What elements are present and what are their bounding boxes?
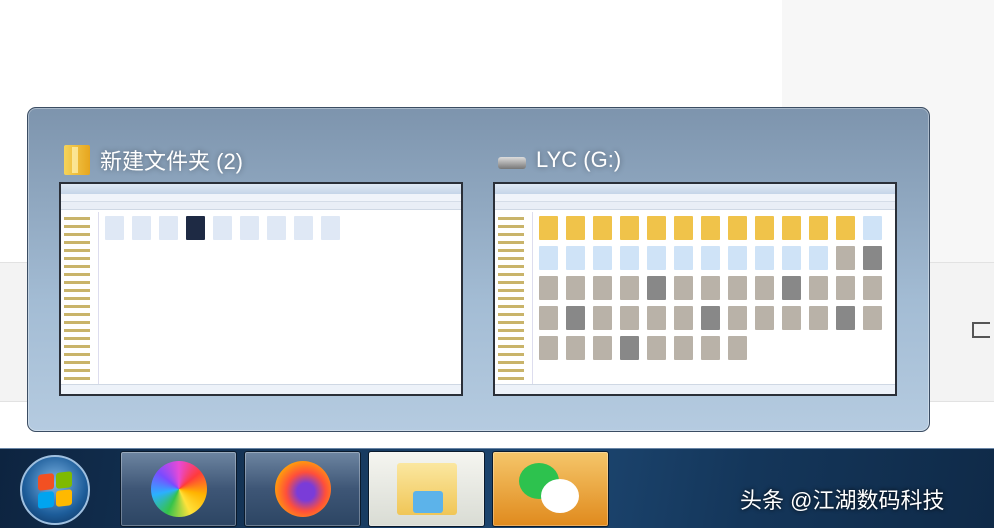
taskbar-button-wechat[interactable]: [492, 451, 609, 527]
file-thumbnail-icon: [593, 246, 612, 270]
file-thumbnail-icon: [809, 306, 828, 330]
file-grid: [539, 216, 889, 380]
wechat-icon: [518, 461, 583, 517]
file-thumbnail-icon: [566, 336, 585, 360]
preview-title-2[interactable]: LYC (G:): [498, 145, 621, 175]
file-thumbnail-icon: [836, 306, 855, 330]
file-thumbnail-icon: [674, 306, 693, 330]
preview-title-1[interactable]: 新建文件夹 (2): [64, 145, 243, 175]
preview-title-text: LYC (G:): [536, 147, 622, 172]
file-thumbnail-icon: [809, 276, 828, 300]
file-thumbnail-icon: [674, 216, 693, 240]
explorer-folder-icon: [396, 463, 457, 515]
file-thumbnail-icon: [159, 216, 178, 240]
file-thumbnail-icon: [593, 306, 612, 330]
file-thumbnail-icon: [755, 306, 774, 330]
file-thumbnail-icon: [593, 336, 612, 360]
file-thumbnail-icon: [701, 246, 720, 270]
taskbar-button-firefox[interactable]: [244, 451, 361, 527]
file-thumbnail-icon: [863, 306, 882, 330]
file-thumbnail-icon: [539, 246, 558, 270]
file-thumbnail-icon: [566, 276, 585, 300]
file-thumbnail-icon: [647, 306, 666, 330]
file-thumbnail-icon: [647, 216, 666, 240]
taskbar-button-colorful-browser[interactable]: [120, 451, 237, 527]
taskbar-button-windows-explorer[interactable]: [368, 451, 485, 527]
file-thumbnail-icon: [539, 216, 558, 240]
file-thumbnail-icon: [755, 246, 774, 270]
file-thumbnail-icon: [782, 276, 801, 300]
file-thumbnail-icon: [213, 216, 232, 240]
file-thumbnail-icon: [782, 306, 801, 330]
watermark: 头条 @江湖数码科技: [740, 488, 945, 513]
file-thumbnail-icon: [728, 216, 747, 240]
file-thumbnail-icon: [105, 216, 124, 240]
file-thumbnail-icon: [728, 306, 747, 330]
file-thumbnail-icon: [267, 216, 286, 240]
drive-icon: [498, 157, 526, 169]
file-thumbnail-icon: [566, 246, 585, 270]
file-thumbnail-icon: [836, 246, 855, 270]
file-thumbnail-icon: [701, 216, 720, 240]
file-thumbnail-icon: [132, 216, 151, 240]
file-thumbnail-icon: [701, 276, 720, 300]
file-thumbnail-icon: [674, 246, 693, 270]
file-thumbnail-icon: [620, 276, 639, 300]
file-thumbnail-icon: [566, 216, 585, 240]
folder-icon: [64, 145, 90, 175]
file-thumbnail-icon: [836, 276, 855, 300]
start-button[interactable]: [20, 455, 90, 525]
firefox-icon: [274, 461, 331, 517]
file-thumbnail-icon: [620, 246, 639, 270]
window-thumbnail-2[interactable]: [493, 182, 897, 396]
file-thumbnail-icon: [674, 276, 693, 300]
file-thumbnail-icon: [809, 216, 828, 240]
file-thumbnail-icon: [809, 246, 828, 270]
file-thumbnail-icon: [294, 216, 313, 240]
file-thumbnail-icon: [539, 336, 558, 360]
file-thumbnail-icon: [647, 246, 666, 270]
file-thumbnail-icon: [647, 276, 666, 300]
file-thumbnail-icon: [701, 336, 720, 360]
file-thumbnail-icon: [620, 306, 639, 330]
file-thumbnail-icon: [863, 276, 882, 300]
file-thumbnail-icon: [701, 306, 720, 330]
file-thumbnail-icon: [321, 216, 340, 240]
file-thumbnail-icon: [755, 276, 774, 300]
file-thumbnail-icon: [728, 276, 747, 300]
file-thumbnail-icon: [647, 336, 666, 360]
file-thumbnail-icon: [539, 276, 558, 300]
file-thumbnail-icon: [728, 246, 747, 270]
file-thumbnail-icon: [782, 246, 801, 270]
file-thumbnail-icon: [566, 306, 585, 330]
file-thumbnail-icon: [836, 216, 855, 240]
pinwheel-browser-icon: [150, 461, 207, 517]
file-thumbnail-icon: [593, 216, 612, 240]
window-thumbnail-1[interactable]: [59, 182, 463, 396]
file-thumbnail-icon: [620, 336, 639, 360]
file-thumbnail-icon: [240, 216, 259, 240]
windows-orb-icon: [38, 471, 72, 509]
file-thumbnail-icon: [674, 336, 693, 360]
file-thumbnail-icon: [863, 246, 882, 270]
file-thumbnail-icon: [186, 216, 205, 240]
file-thumbnail-icon: [728, 336, 747, 360]
file-thumbnail-icon: [593, 276, 612, 300]
file-thumbnail-icon: [620, 216, 639, 240]
file-thumbnail-icon: [782, 216, 801, 240]
preview-title-text: 新建文件夹 (2): [100, 149, 244, 174]
file-grid: [105, 216, 455, 380]
file-thumbnail-icon: [539, 306, 558, 330]
window-icon: [972, 322, 990, 338]
file-thumbnail-icon: [755, 216, 774, 240]
file-thumbnail-icon: [863, 216, 882, 240]
